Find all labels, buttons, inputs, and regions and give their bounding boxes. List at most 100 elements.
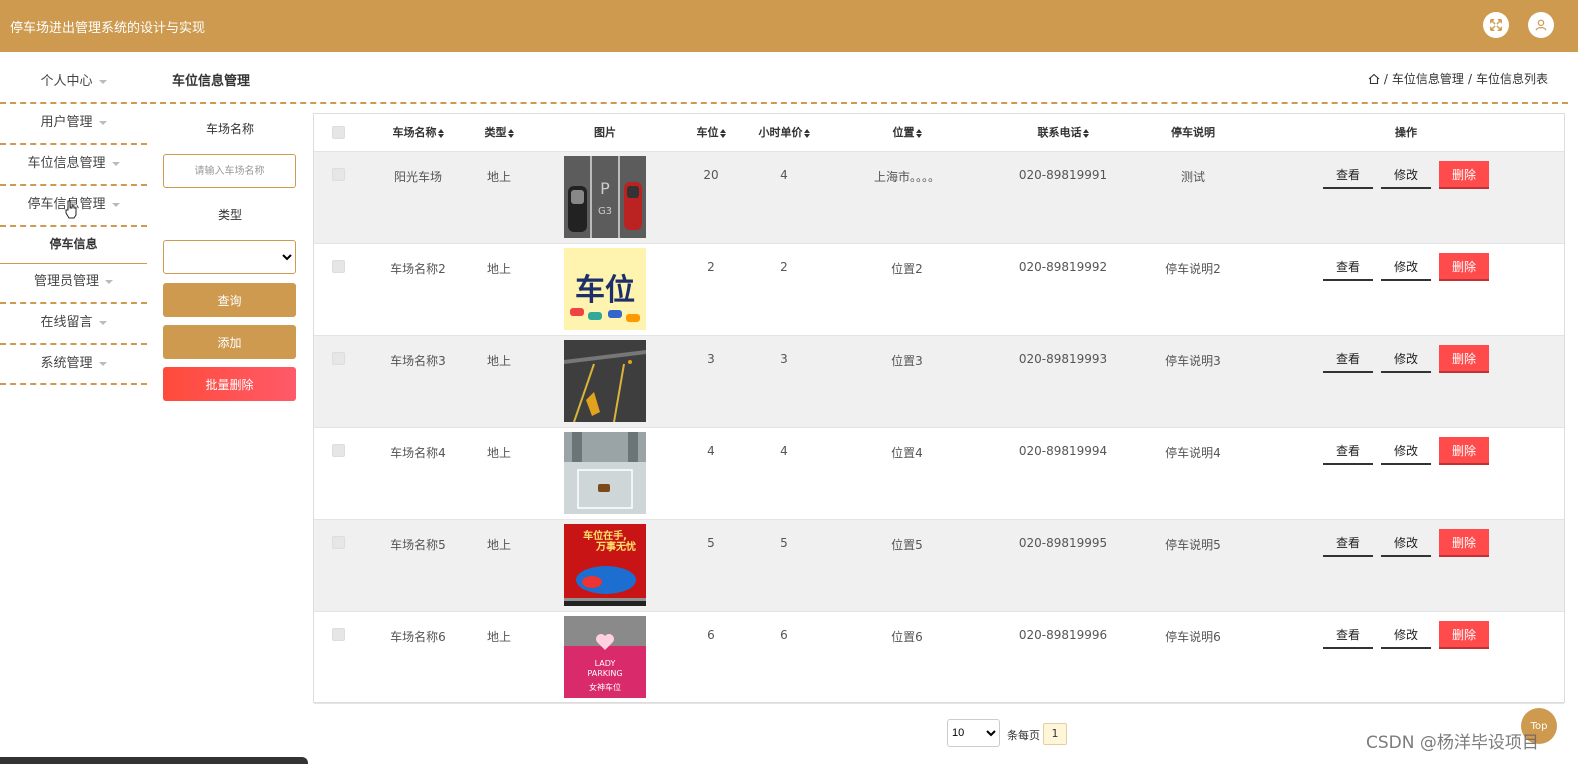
- sidebar-item-user-management[interactable]: 用户管理: [0, 103, 147, 143]
- cell-location: 位置3: [891, 354, 923, 368]
- view-button[interactable]: 查看: [1323, 161, 1373, 189]
- cell-location: 位置6: [891, 630, 923, 644]
- cell-image: 车位: [564, 248, 646, 330]
- sidebar-subitem-parking-info[interactable]: 停车信息: [0, 226, 147, 262]
- view-button[interactable]: 查看: [1323, 437, 1373, 465]
- cell-price: 5: [780, 536, 788, 550]
- caret-down-icon: [111, 202, 120, 207]
- row-checkbox[interactable]: [332, 260, 345, 273]
- caret-down-icon: [98, 320, 107, 325]
- sidebar-item-label: 停车信息: [49, 237, 98, 251]
- svg-text:LADY: LADY: [595, 659, 616, 668]
- caret-down-icon: [105, 279, 113, 284]
- row-checkbox[interactable]: [332, 168, 345, 181]
- type-select[interactable]: [163, 240, 296, 274]
- type-label: 类型: [217, 208, 242, 222]
- top-bar: 停车场进出管理系统的设计与实现: [0, 0, 1578, 52]
- view-button[interactable]: 查看: [1323, 621, 1373, 649]
- caret-down-icon: [98, 120, 107, 125]
- taskbar-edge: [0, 757, 308, 764]
- sidebar-item-admin-management[interactable]: 管理员管理: [0, 262, 147, 302]
- name-label: 车场名称: [205, 122, 254, 136]
- delete-button[interactable]: 删除: [1439, 253, 1489, 281]
- delete-button[interactable]: 删除: [1439, 621, 1489, 649]
- edit-button[interactable]: 修改: [1381, 253, 1431, 281]
- breadcrumb-separator: /: [1383, 71, 1388, 86]
- content-header: 车位信息管理 / 车位信息管理 / 车位信息列表: [150, 52, 1578, 104]
- add-button[interactable]: 添加: [163, 325, 296, 359]
- home-icon[interactable]: [1368, 73, 1380, 85]
- cell-location: 位置4: [891, 446, 923, 460]
- sidebar-item-label: 系统管理: [40, 356, 93, 371]
- col-location-header[interactable]: 位置: [874, 114, 940, 152]
- sort-icon[interactable]: [803, 128, 810, 138]
- view-button[interactable]: 查看: [1323, 345, 1373, 373]
- svg-text:车位: 车位: [575, 273, 635, 308]
- user-icon[interactable]: [1528, 12, 1554, 38]
- col-phone-header[interactable]: 联系电话: [1024, 114, 1102, 152]
- delete-button[interactable]: 删除: [1439, 345, 1489, 373]
- caret-down-icon: [111, 161, 120, 166]
- cell-phone: 020-89819991: [1018, 168, 1108, 182]
- view-button[interactable]: 查看: [1323, 529, 1373, 557]
- delete-button[interactable]: 删除: [1439, 437, 1489, 465]
- cell-location: 位置5: [891, 538, 923, 552]
- delete-button[interactable]: 删除: [1439, 529, 1489, 557]
- row-checkbox[interactable]: [332, 444, 345, 457]
- table-row: 车场名称6 地上 LADY PARKING 女神车位 6 6 位置6 020-89819996 停…: [314, 612, 1564, 704]
- query-button[interactable]: 查询: [163, 283, 296, 317]
- page-size-select[interactable]: 10: [947, 719, 1000, 747]
- sort-icon[interactable]: [1082, 128, 1089, 138]
- caret-down-icon: [98, 79, 107, 84]
- cell-note: 停车说明5: [1165, 538, 1221, 552]
- cell-type: 地上: [486, 538, 511, 552]
- cell-price: 4: [780, 168, 788, 182]
- cell-note: 停车说明6: [1165, 630, 1221, 644]
- view-button[interactable]: 查看: [1323, 253, 1373, 281]
- sidebar-item-online-message[interactable]: 在线留言: [0, 303, 147, 343]
- sidebar-item-personal-center[interactable]: 个人中心: [0, 62, 147, 102]
- breadcrumb-separator: /: [1467, 71, 1472, 86]
- edit-button[interactable]: 修改: [1381, 161, 1431, 189]
- cell-note: 停车说明4: [1165, 446, 1221, 460]
- cell-name: 车场名称4: [390, 446, 446, 460]
- col-type-header[interactable]: 类型: [474, 114, 524, 152]
- col-note-header: 停车说明: [1171, 126, 1215, 139]
- header-divider: [150, 102, 1568, 104]
- row-checkbox[interactable]: [332, 352, 345, 365]
- sort-icon[interactable]: [915, 128, 922, 138]
- cell-spaces: 3: [707, 352, 715, 366]
- sidebar-item-label: 用户管理: [40, 115, 93, 130]
- edit-button[interactable]: 修改: [1381, 621, 1431, 649]
- fullscreen-icon[interactable]: [1483, 12, 1509, 38]
- cell-image: 车位在手, 万事无忧: [564, 524, 646, 606]
- sidebar-item-space-management[interactable]: 车位信息管理: [0, 144, 147, 184]
- col-price-header[interactable]: 小时单价: [752, 114, 816, 152]
- batch-delete-button[interactable]: 批量删除: [163, 367, 296, 401]
- svg-text:女神车位: 女神车位: [589, 682, 621, 692]
- svg-text:P: P: [600, 179, 610, 198]
- name-search-input[interactable]: [163, 154, 296, 188]
- edit-button[interactable]: 修改: [1381, 529, 1431, 557]
- sort-icon[interactable]: [507, 128, 514, 138]
- breadcrumb-item[interactable]: 车位信息管理: [1392, 70, 1464, 87]
- cell-note: 停车说明3: [1165, 354, 1221, 368]
- col-name-header[interactable]: 车场名称: [384, 114, 452, 152]
- cell-type: 地上: [486, 446, 511, 460]
- edit-button[interactable]: 修改: [1381, 345, 1431, 373]
- sidebar-divider: [0, 383, 147, 385]
- select-all-checkbox[interactable]: [332, 126, 345, 139]
- table-row: 车场名称4 地上 4 4 位置4 020-89819994 停车说明4 查看 修改 删除: [314, 428, 1564, 520]
- sidebar-item-system-management[interactable]: 系统管理: [0, 344, 147, 384]
- sort-icon[interactable]: [719, 128, 726, 138]
- cell-price: 2: [780, 260, 788, 274]
- delete-button[interactable]: 删除: [1439, 161, 1489, 189]
- row-checkbox[interactable]: [332, 628, 345, 641]
- cell-location: 位置2: [891, 262, 923, 276]
- hand-cursor-icon: [65, 200, 77, 219]
- page-number-current[interactable]: 1: [1043, 723, 1067, 745]
- sort-icon[interactable]: [437, 128, 444, 138]
- edit-button[interactable]: 修改: [1381, 437, 1431, 465]
- col-spaces-header[interactable]: 车位: [686, 114, 736, 152]
- row-checkbox[interactable]: [332, 536, 345, 549]
